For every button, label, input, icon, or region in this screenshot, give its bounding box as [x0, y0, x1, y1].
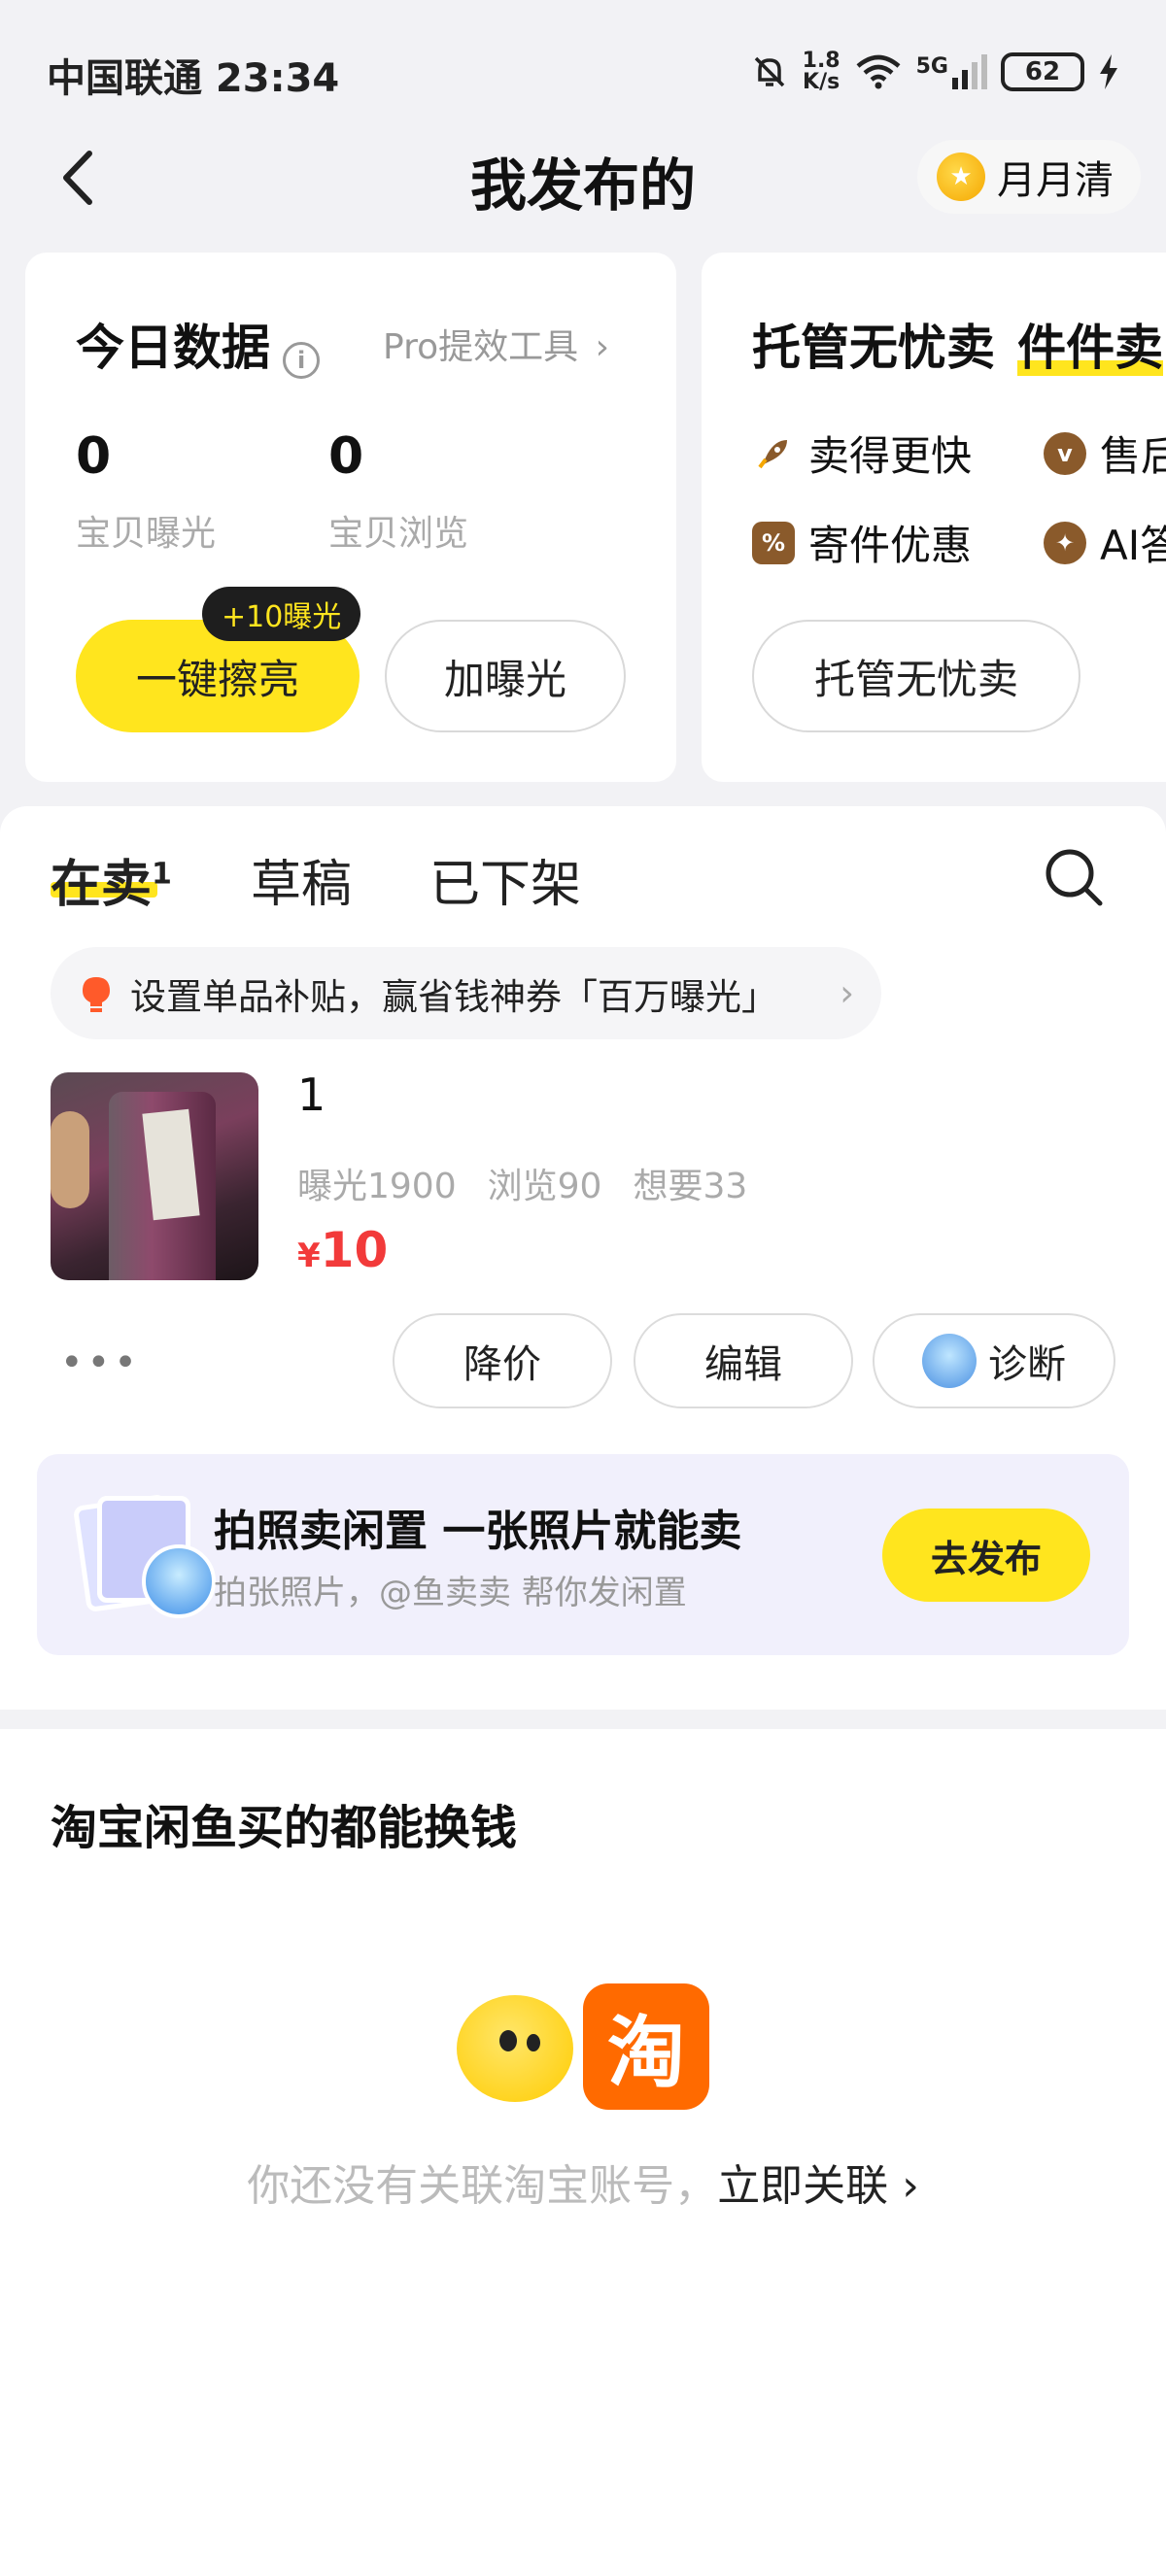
ai-sparkle-icon: ✦: [1044, 521, 1086, 564]
polish-bonus-badge: +10曝光: [202, 587, 361, 641]
wifi-icon: [856, 54, 901, 89]
status-carrier-time: 中国联通 23:34: [47, 56, 340, 101]
pro-tools-link[interactable]: Pro提效工具 ›: [383, 319, 609, 369]
headset-icon: v: [1044, 431, 1086, 475]
taobao-section-title: 淘宝闲鱼买的都能换钱: [51, 1801, 518, 1855]
chevron-right-icon: ›: [902, 2161, 919, 2211]
hand-shape: [51, 1111, 89, 1208]
search-icon[interactable]: [1040, 843, 1108, 911]
subsidy-tip-bar[interactable]: 设置单品补贴，赢省钱神券「百万曝光」 ›: [51, 947, 881, 1039]
product-title[interactable]: 1: [297, 1068, 326, 1121]
product-exposure: 曝光1900: [297, 1167, 457, 1206]
managed-title: 托管无忧卖 件件卖: [752, 320, 1164, 376]
mute-bell-icon: [754, 56, 784, 87]
today-data-title: 今日数据 i: [76, 309, 321, 379]
link-notice: 你还没有关联淘宝账号，: [247, 2161, 718, 2211]
photo-stack-icon: [72, 1492, 216, 1628]
go-publish-button[interactable]: 去发布: [882, 1508, 1090, 1602]
signal-icon: 5G: [916, 54, 987, 89]
views-count: 0: [328, 427, 364, 486]
rocket-icon: [752, 431, 795, 475]
feature-shipping-discount: % 寄件优惠: [752, 513, 972, 572]
tab-on-sale[interactable]: 在卖1: [51, 843, 172, 916]
feature-after-sale: v 售后: [1044, 424, 1166, 483]
taobao-illustration: 淘: [457, 1982, 709, 2118]
link-taobao-line: 你还没有关联淘宝账号，立即关联 ›: [0, 2151, 1166, 2213]
on-sale-count: 1: [152, 857, 172, 892]
managed-sell-card: 托管无忧卖 件件卖 卖得更快 v 售后 % 寄件优惠 ✦ AI答 托管无忧卖: [702, 253, 1166, 782]
info-icon[interactable]: i: [283, 341, 321, 379]
charging-icon: [1100, 54, 1117, 89]
product-views: 浏览90: [487, 1167, 602, 1206]
bulb-icon: [83, 976, 110, 1012]
promo-subtitle: 拍张照片，@鱼卖卖 帮你发闲置: [214, 1574, 687, 1612]
product-stats: 曝光1900 浏览90 想要33: [297, 1158, 747, 1208]
tip-text: 设置单品补贴，赢省钱神券「百万曝光」: [130, 975, 777, 1018]
chevron-right-icon: ›: [840, 972, 854, 1014]
exposure-label: 宝贝曝光: [76, 514, 217, 554]
edit-button[interactable]: 编辑: [634, 1313, 853, 1408]
more-options-icon[interactable]: •••: [60, 1340, 141, 1385]
monthly-clear-button[interactable]: ★ 月月清: [917, 140, 1141, 214]
diagnose-avatar-icon: [922, 1334, 977, 1388]
fish-avatar-icon: [142, 1544, 216, 1618]
taobao-logo-icon: 淘: [583, 1983, 709, 2110]
promo-title: 拍照卖闲置 一张照片就能卖: [214, 1507, 742, 1556]
views-label: 宝贝浏览: [328, 514, 469, 554]
battery-indicator: 62: [1001, 52, 1084, 91]
product-price: ¥10: [297, 1222, 389, 1278]
managed-title-highlight: 件件卖: [1017, 320, 1164, 376]
coin-icon: ★: [937, 153, 985, 201]
link-taobao-button[interactable]: 立即关联 ›: [717, 2161, 919, 2211]
diagnose-button[interactable]: 诊断: [873, 1313, 1115, 1408]
product-wants: 想要33: [633, 1167, 748, 1206]
feature-fast-sell: 卖得更快: [752, 424, 972, 483]
exposure-count: 0: [76, 427, 112, 486]
product-thumbnail[interactable]: [51, 1072, 258, 1280]
tab-delisted[interactable]: 已下架: [429, 843, 581, 916]
coupon-icon: %: [752, 521, 795, 564]
reduce-price-button[interactable]: 降价: [393, 1313, 612, 1408]
tab-drafts[interactable]: 草稿: [251, 843, 352, 916]
managed-sell-button[interactable]: 托管无忧卖: [752, 620, 1080, 732]
feature-ai: ✦ AI答: [1044, 513, 1166, 572]
add-exposure-button[interactable]: 加曝光: [385, 620, 626, 732]
monthly-label: 月月清: [997, 158, 1114, 203]
net-speed: 1.8 K/s: [802, 49, 840, 94]
chevron-right-icon: ›: [595, 327, 609, 367]
fish-mascot-icon: [457, 1995, 573, 2102]
status-icons: 1.8 K/s 5G 62: [750, 51, 1119, 93]
